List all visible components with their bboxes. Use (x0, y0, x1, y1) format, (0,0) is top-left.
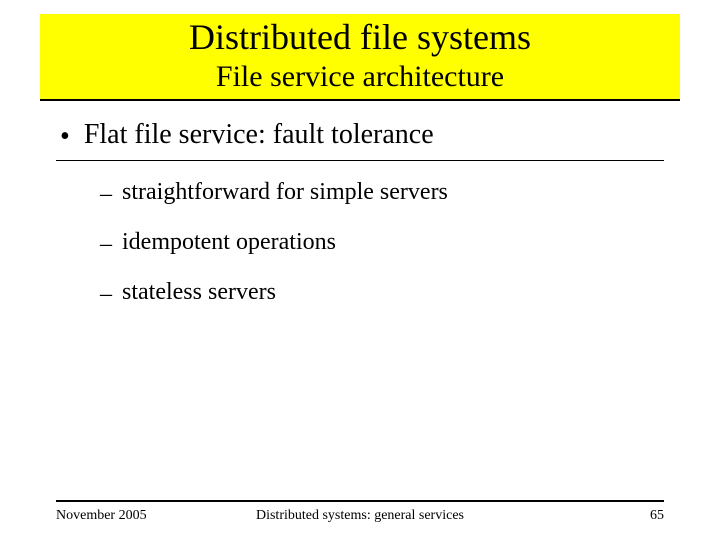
footer-center: Distributed systems: general services (56, 508, 664, 524)
slide-body: • Flat file service: fault tolerance – s… (56, 119, 664, 309)
bullet-level2: – straightforward for simple servers (96, 179, 664, 209)
bullet-text: Flat file service: fault tolerance (84, 119, 434, 151)
bullet-level2: – idempotent operations (96, 229, 664, 259)
bullet-dash-icon: – (100, 229, 112, 259)
footer-page-number: 65 (650, 508, 664, 524)
sub-bullet-text: stateless servers (122, 279, 276, 306)
slide-subtitle: File service architecture (40, 60, 680, 93)
sub-bullet-text: idempotent operations (122, 229, 336, 256)
bullet-dash-icon: – (100, 279, 112, 309)
footer-rule (56, 500, 664, 502)
slide-header: Distributed file systems File service ar… (40, 14, 680, 101)
slide-footer: Distributed systems: general services No… (56, 500, 664, 524)
bullet-level2: – stateless servers (96, 279, 664, 309)
slide-title: Distributed file systems (40, 18, 680, 58)
bullet-dot-icon: • (60, 119, 70, 154)
bullet-level1: • Flat file service: fault tolerance (56, 119, 664, 161)
footer-date: November 2005 (56, 508, 147, 524)
bullet-dash-icon: – (100, 179, 112, 209)
sub-bullet-text: straightforward for simple servers (122, 179, 448, 206)
